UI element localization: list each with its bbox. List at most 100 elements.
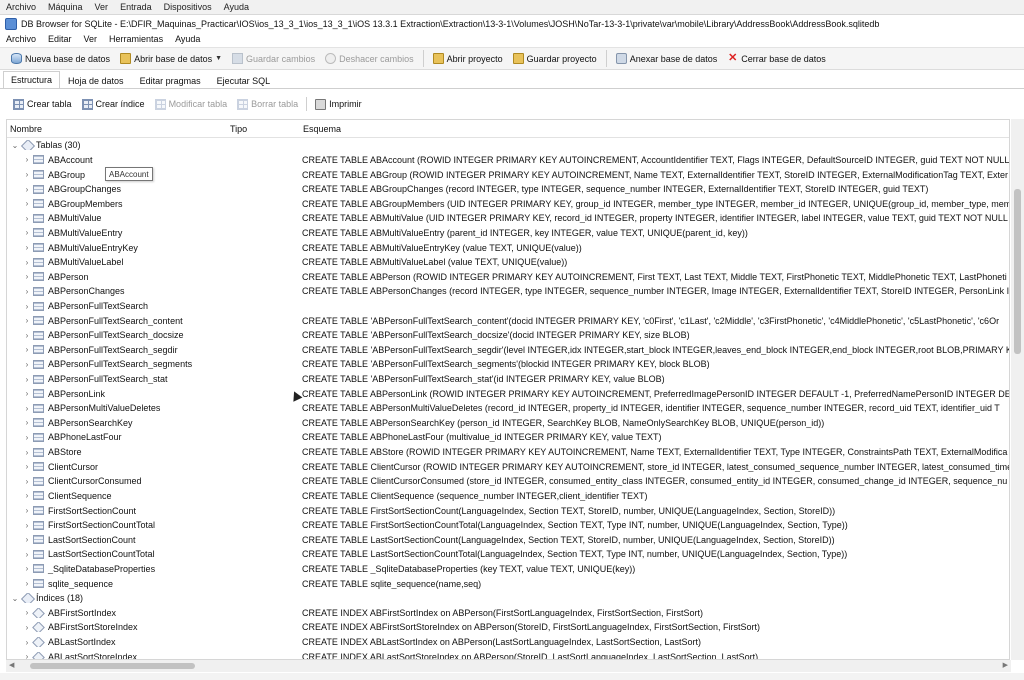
undo-changes-button[interactable]: Deshacer cambios <box>320 49 419 68</box>
host-menu-ayuda[interactable]: Ayuda <box>218 2 255 12</box>
chevron-right-icon[interactable]: › <box>21 170 33 179</box>
tab-estructura[interactable]: Estructura <box>3 71 61 88</box>
table-row[interactable]: › ABGroupChanges CREATE TABLE ABGroupChang… <box>7 182 1009 197</box>
chevron-right-icon[interactable]: › <box>21 506 33 515</box>
chevron-right-icon[interactable]: › <box>21 360 33 369</box>
chevron-right-icon[interactable]: › <box>21 302 33 311</box>
vertical-scrollbar[interactable] <box>1011 119 1024 660</box>
chevron-right-icon[interactable]: › <box>21 316 33 325</box>
table-row[interactable]: › FirstSortSectionCountTotal CREATE TABLE … <box>7 518 1009 533</box>
table-row[interactable]: › ABPersonFullTextSearch_docsize CREATE TA… <box>7 328 1009 343</box>
create-index-button[interactable]: Crear índice <box>77 98 150 110</box>
table-row[interactable]: › ABPersonLink CREATE TABLE ABPersonLink (… <box>7 386 1009 401</box>
host-menu-maquina[interactable]: Máquina <box>42 2 89 12</box>
chevron-right-icon[interactable]: › <box>21 652 33 659</box>
table-row[interactable]: › ClientCursor CREATE TABLE ClientCursor (… <box>7 459 1009 474</box>
chevron-right-icon[interactable]: › <box>21 448 33 457</box>
table-row[interactable]: › ABPersonFullTextSearch_segdir CREATE TAB… <box>7 343 1009 358</box>
menu-archivo[interactable]: Archivo <box>0 34 42 44</box>
chevron-right-icon[interactable]: › <box>21 535 33 544</box>
close-database-button[interactable]: ✕ Cerrar base de datos <box>722 49 831 68</box>
chevron-right-icon[interactable]: › <box>21 331 33 340</box>
table-row[interactable]: › ABPersonMultiValueDeletes CREATE TABLE A… <box>7 401 1009 416</box>
table-row[interactable]: › LastSortSectionCountTotal CREATE TABLE L… <box>7 547 1009 562</box>
host-menu-archivo[interactable]: Archivo <box>0 2 42 12</box>
chevron-right-icon[interactable]: › <box>21 404 33 413</box>
table-row[interactable]: › sqlite_sequence CREATE TABLE sqlite_sequ… <box>7 576 1009 591</box>
index-row[interactable]: › ABLastSortIndex CREATE INDEX ABLastSortI… <box>7 635 1009 650</box>
chevron-down-icon[interactable]: ⌄ <box>9 141 21 150</box>
save-project-button[interactable]: Guardar proyecto <box>508 49 602 68</box>
table-row[interactable]: › ABPerson CREATE TABLE ABPerson (ROWID IN… <box>7 269 1009 284</box>
table-row[interactable]: › ABPersonFullTextSearch_content CREATE TA… <box>7 313 1009 328</box>
chevron-right-icon[interactable]: › <box>21 258 33 267</box>
vertical-scrollbar-thumb[interactable] <box>1014 189 1021 354</box>
table-row[interactable]: › ABPersonSearchKey CREATE TABLE ABPersonS… <box>7 416 1009 431</box>
table-row[interactable]: › ABPersonFullTextSearch_stat CREATE TABLE… <box>7 372 1009 387</box>
table-row[interactable]: › LastSortSectionCount CREATE TABLE LastSo… <box>7 532 1009 547</box>
indices-group[interactable]: ⌄ Índices (18) <box>7 591 1009 606</box>
index-row[interactable]: › ABFirstSortStoreIndex CREATE INDEX ABFir… <box>7 620 1009 635</box>
chevron-down-icon[interactable]: ⌄ <box>9 594 21 603</box>
table-row[interactable]: › ABMultiValueLabel CREATE TABLE ABMultiVa… <box>7 255 1009 270</box>
new-database-button[interactable]: Nueva base de datos <box>6 49 115 68</box>
delete-table-button[interactable]: Borrar tabla <box>232 98 303 110</box>
table-row[interactable]: › ABStore CREATE TABLE ABStore (ROWID INTE… <box>7 445 1009 460</box>
chevron-right-icon[interactable]: › <box>21 272 33 281</box>
column-header-schema[interactable]: Esquema <box>300 124 1009 134</box>
modify-table-button[interactable]: Modificar tabla <box>150 98 233 110</box>
chevron-right-icon[interactable]: › <box>21 185 33 194</box>
chevron-right-icon[interactable]: › <box>21 214 33 223</box>
index-row[interactable]: › ABLastSortStoreIndex CREATE INDEX ABLast… <box>7 649 1009 659</box>
table-row[interactable]: › ABGroupMembers CREATE TABLE ABGroupMembe… <box>7 196 1009 211</box>
chevron-right-icon[interactable]: › <box>21 433 33 442</box>
column-header-name[interactable]: Nombre <box>7 124 227 134</box>
table-row[interactable]: › ABPersonChanges CREATE TABLE ABPersonCha… <box>7 284 1009 299</box>
column-header-type[interactable]: Tipo <box>227 124 300 134</box>
table-row[interactable]: › ABMultiValueEntryKey CREATE TABLE ABMult… <box>7 240 1009 255</box>
table-row[interactable]: › _SqliteDatabaseProperties CREATE TABLE _… <box>7 562 1009 577</box>
horizontal-scrollbar-thumb[interactable] <box>30 663 195 669</box>
open-project-button[interactable]: Abrir proyecto <box>428 49 508 68</box>
create-table-button[interactable]: Crear tabla <box>8 98 77 110</box>
menu-ayuda[interactable]: Ayuda <box>169 34 206 44</box>
scroll-left-icon[interactable]: ◀ <box>9 661 14 669</box>
tab-ejecutar-sql[interactable]: Ejecutar SQL <box>209 72 279 88</box>
host-menu-entrada[interactable]: Entrada <box>114 2 158 12</box>
table-row[interactable]: › ABMultiValueEntry CREATE TABLE ABMultiVa… <box>7 226 1009 241</box>
host-menu-ver[interactable]: Ver <box>89 2 115 12</box>
table-row[interactable]: › ABMultiValue CREATE TABLE ABMultiValue (… <box>7 211 1009 226</box>
horizontal-scrollbar[interactable]: ◀ ▶ <box>6 660 1011 672</box>
chevron-right-icon[interactable]: › <box>21 491 33 500</box>
table-row[interactable]: › ABAccount CREATE TABLE ABAccount (ROWID … <box>7 153 1009 168</box>
chevron-right-icon[interactable]: › <box>21 375 33 384</box>
table-row[interactable]: › ABPersonFullTextSearch <box>7 299 1009 314</box>
table-row[interactable]: › ABGroup CREATE TABLE ABGroup (ROWID INTE… <box>7 167 1009 182</box>
chevron-right-icon[interactable]: › <box>21 550 33 559</box>
chevron-right-icon[interactable]: › <box>21 418 33 427</box>
chevron-right-icon[interactable]: › <box>21 287 33 296</box>
chevron-right-icon[interactable]: › <box>21 345 33 354</box>
chevron-right-icon[interactable]: › <box>21 228 33 237</box>
chevron-right-icon[interactable]: › <box>21 521 33 530</box>
tab-editar-pragmas[interactable]: Editar pragmas <box>132 72 209 88</box>
table-row[interactable]: › ClientCursorConsumed CREATE TABLE Client… <box>7 474 1009 489</box>
print-button[interactable]: Imprimir <box>310 98 367 110</box>
schema-tree[interactable]: Nombre Tipo Esquema ⌄ Tablas (30) › ABAccou… <box>6 119 1010 660</box>
scroll-right-icon[interactable]: ▶ <box>1003 661 1008 669</box>
chevron-right-icon[interactable]: › <box>21 155 33 164</box>
attach-database-button[interactable]: Anexar base de datos <box>611 49 723 68</box>
chevron-right-icon[interactable]: › <box>21 477 33 486</box>
open-database-dropdown-icon[interactable]: ▼ <box>215 55 222 62</box>
chevron-right-icon[interactable]: › <box>21 199 33 208</box>
chevron-right-icon[interactable]: › <box>21 462 33 471</box>
host-menu-dispositivos[interactable]: Dispositivos <box>158 2 218 12</box>
index-row[interactable]: › ABFirstSortIndex CREATE INDEX ABFirstSor… <box>7 606 1009 621</box>
chevron-right-icon[interactable]: › <box>21 389 33 398</box>
chevron-right-icon[interactable]: › <box>21 243 33 252</box>
table-row[interactable]: › FirstSortSectionCount CREATE TABLE First… <box>7 503 1009 518</box>
save-changes-button[interactable]: Guardar cambios <box>227 49 320 68</box>
table-row[interactable]: › ABPhoneLastFour CREATE TABLE ABPhoneLast… <box>7 430 1009 445</box>
tab-hoja-de-datos[interactable]: Hoja de datos <box>60 72 132 88</box>
menu-ver[interactable]: Ver <box>78 34 104 44</box>
